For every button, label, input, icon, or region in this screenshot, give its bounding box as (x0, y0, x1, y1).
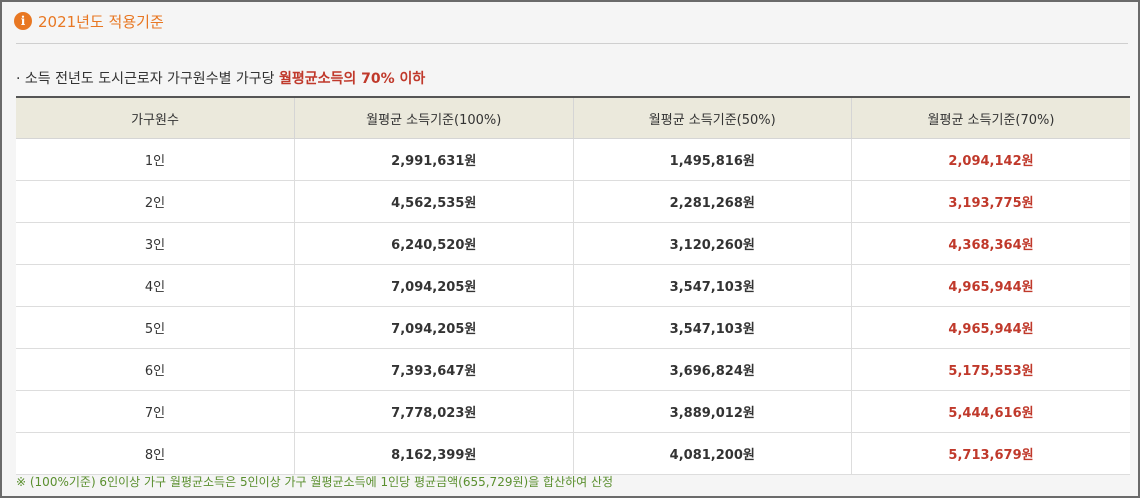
income-70-cell: 3,193,775원 (851, 180, 1130, 223)
income-100-cell: 2,991,631원 (294, 138, 573, 181)
household-size-cell: 4인 (16, 264, 295, 307)
income-100-cell: 7,778,023원 (294, 390, 573, 433)
column-header: 월평균 소득기준(100%) (294, 96, 573, 139)
income-100-cell: 7,094,205원 (294, 306, 573, 349)
table-header-row: 가구원수 월평균 소득기준(100%) 월평균 소득기준(50%) 월평균 소득… (16, 96, 1130, 139)
table-row: 8인 8,162,399원 4,081,200원 5,713,679원 (16, 432, 1130, 475)
footnote: ※ (100%기준) 6인이상 가구 월평균소득은 5인이상 가구 월평균소득에… (16, 475, 614, 489)
income-50-cell: 2,281,268원 (572, 180, 852, 223)
summary-text: · 소득 전년도 도시근로자 가구원수별 가구당 (16, 71, 279, 87)
divider (16, 43, 1128, 44)
income-100-cell: 7,094,205원 (294, 264, 573, 307)
column-header: 월평균 소득기준(70%) (851, 96, 1130, 139)
income-70-cell: 5,713,679원 (851, 432, 1130, 475)
table-row: 5인 7,094,205원 3,547,103원 4,965,944원 (16, 306, 1130, 349)
household-size-cell: 5인 (16, 306, 295, 349)
income-50-cell: 3,547,103원 (572, 306, 852, 349)
income-70-cell: 4,965,944원 (851, 306, 1130, 349)
income-100-cell: 8,162,399원 (294, 432, 573, 475)
table-row: 1인 2,991,631원 1,495,816원 2,094,142원 (16, 138, 1130, 181)
income-70-cell: 5,444,616원 (851, 390, 1130, 433)
table-row: 6인 7,393,647원 3,696,824원 5,175,553원 (16, 348, 1130, 391)
income-50-cell: 3,696,824원 (572, 348, 852, 391)
income-50-cell: 3,547,103원 (572, 264, 852, 307)
income-70-cell: 4,965,944원 (851, 264, 1130, 307)
household-size-cell: 7인 (16, 390, 295, 433)
income-100-cell: 6,240,520원 (294, 222, 573, 265)
income-50-cell: 4,081,200원 (572, 432, 852, 475)
panel-header: i 2021년도 적용기준 (14, 8, 164, 34)
table-row: 4인 7,094,205원 3,547,103원 4,965,944원 (16, 264, 1130, 307)
income-100-cell: 4,562,535원 (294, 180, 573, 223)
table-row: 7인 7,778,023원 3,889,012원 5,444,616원 (16, 390, 1130, 433)
panel-title: 2021년도 적용기준 (38, 12, 164, 31)
income-70-cell: 5,175,553원 (851, 348, 1130, 391)
table-body: 1인 2,991,631원 1,495,816원 2,094,142원 2인 4,562,… (16, 138, 1130, 475)
column-header: 월평균 소득기준(50%) (572, 96, 852, 139)
income-50-cell: 1,495,816원 (572, 138, 852, 181)
household-size-cell: 2인 (16, 180, 295, 223)
standard-panel: i 2021년도 적용기준 · 소득 전년도 도시근로자 가구원수별 가구당 월… (0, 0, 1140, 498)
income-70-cell: 4,368,364원 (851, 222, 1130, 265)
info-icon: i (14, 12, 32, 30)
household-size-cell: 1인 (16, 138, 295, 181)
table-row: 2인 4,562,535원 2,281,268원 3,193,775원 (16, 180, 1130, 223)
household-size-cell: 3인 (16, 222, 295, 265)
income-70-cell: 2,094,142원 (851, 138, 1130, 181)
income-summary: · 소득 전년도 도시근로자 가구원수별 가구당 월평균소득의 70% 이하 (16, 68, 425, 88)
summary-highlight: 월평균소득의 70% 이하 (279, 71, 426, 87)
income-table: 가구원수 월평균 소득기준(100%) 월평균 소득기준(50%) 월평균 소득… (16, 96, 1130, 475)
column-header: 가구원수 (16, 96, 295, 139)
income-100-cell: 7,393,647원 (294, 348, 573, 391)
income-50-cell: 3,889,012원 (572, 390, 852, 433)
household-size-cell: 6인 (16, 348, 295, 391)
table-row: 3인 6,240,520원 3,120,260원 4,368,364원 (16, 222, 1130, 265)
household-size-cell: 8인 (16, 432, 295, 475)
income-50-cell: 3,120,260원 (572, 222, 852, 265)
